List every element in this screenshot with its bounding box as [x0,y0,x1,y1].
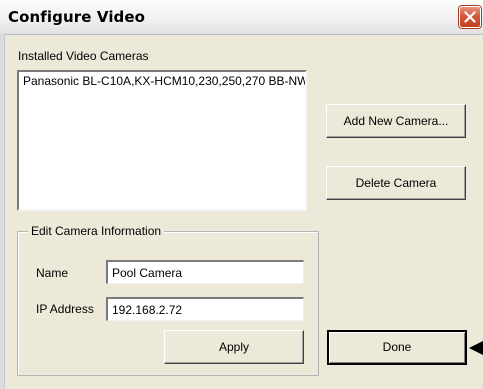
name-field[interactable] [106,260,304,284]
list-item[interactable]: Panasonic BL-C10A,KX-HCM10,230,250,270 B… [23,74,305,88]
edit-camera-legend: Edit Camera Information [28,224,165,238]
configure-video-dialog: Configure Video Installed Video Cameras … [0,0,483,389]
ip-address-field[interactable] [106,297,304,321]
close-x-icon [464,11,476,23]
done-button-label: Done [382,340,412,354]
installed-cameras-list[interactable]: Panasonic BL-C10A,KX-HCM10,230,250,270 B… [17,70,307,211]
done-button[interactable]: Done [327,330,467,365]
add-new-camera-label: Add New Camera... [343,114,449,128]
arrow-pointer-icon [469,341,483,355]
add-new-camera-button[interactable]: Add New Camera... [326,104,466,138]
apply-button[interactable]: Apply [164,330,304,364]
dialog-title: Configure Video [8,8,146,26]
window-frame-left [0,34,5,389]
name-label: Name [36,266,69,280]
close-button[interactable] [459,6,481,28]
title-bar[interactable]: Configure Video [0,0,483,35]
delete-camera-label: Delete Camera [355,176,437,190]
ip-address-label: IP Address [36,302,94,316]
installed-cameras-label: Installed Video Cameras [18,49,149,63]
apply-button-label: Apply [218,340,250,354]
delete-camera-button[interactable]: Delete Camera [326,166,466,200]
